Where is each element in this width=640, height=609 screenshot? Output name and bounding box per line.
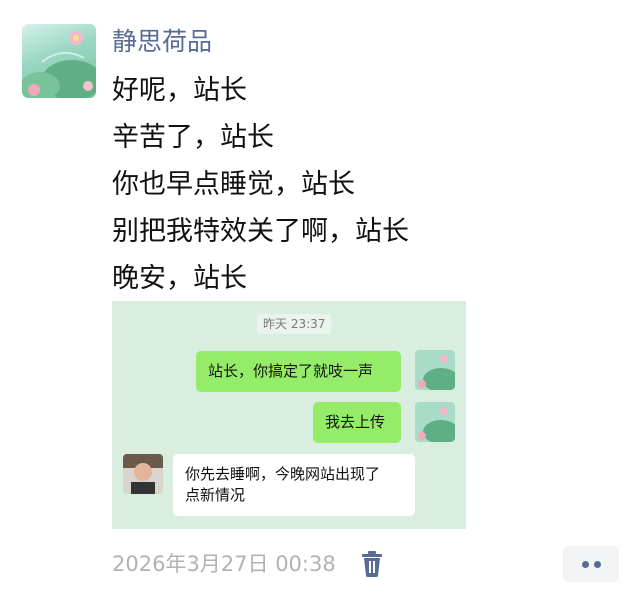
post-footer: 2026年3月27日 00:38: [112, 546, 632, 582]
contact-avatar: [123, 454, 163, 494]
post-line: 好呢，站长: [112, 75, 247, 106]
post-date: 2026年3月27日 00:38: [112, 552, 336, 576]
post-line: 辛苦了，站长: [112, 122, 274, 153]
message-line: 你先去睡啊，今晚网站出现了: [185, 465, 381, 483]
sender-avatar: [415, 402, 455, 442]
message-line: 点新情况: [185, 486, 246, 504]
post-line: 别把我特效关了啊，站长: [112, 216, 409, 247]
post-line: 晚安，站长: [112, 263, 247, 294]
lotus-avatar-image: [415, 350, 455, 390]
chat-bubble-outgoing: 站长，你搞定了就吱一声: [196, 351, 401, 392]
person-avatar-image: [123, 454, 163, 494]
post-text: 好呢，站长 辛苦了，站长 你也早点睡觉，站长 别把我特效关了啊，站长 晚安，站长: [112, 72, 409, 307]
attached-chat-screenshot[interactable]: 昨天 23:37 站长，你搞定了就吱一声 我去上传 你先去睡啊，今晚网站出现了 …: [112, 301, 466, 529]
author-avatar[interactable]: [22, 24, 96, 98]
chat-bubble-incoming: 你先去睡啊，今晚网站出现了 点新情况: [173, 454, 415, 516]
chat-timestamp: 昨天 23:37: [257, 314, 332, 334]
sender-avatar: [415, 350, 455, 390]
lotus-avatar-image: [22, 31, 96, 98]
chat-bubble-outgoing: 我去上传: [313, 402, 401, 443]
trash-icon[interactable]: [360, 550, 384, 578]
post-line: 你也早点睡觉，站长: [112, 169, 355, 200]
lotus-avatar-image: [415, 402, 455, 442]
more-actions-button[interactable]: [563, 546, 619, 582]
post-author-name[interactable]: 静思荷品: [112, 25, 212, 59]
